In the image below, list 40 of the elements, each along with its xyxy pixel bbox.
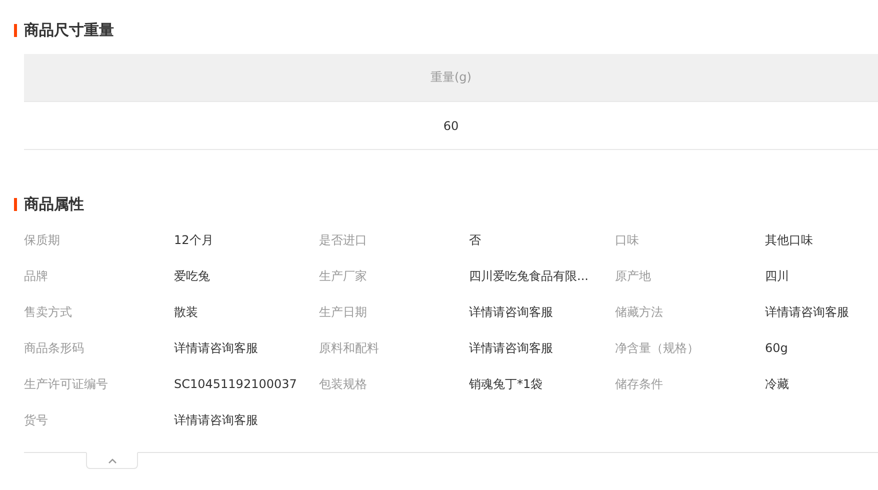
heading-accent-bar xyxy=(14,24,17,36)
attribute-value: 详情请咨询客服 xyxy=(174,412,259,428)
attribute-value: 12个月 xyxy=(174,232,214,248)
attribute-value: 爱吃兔 xyxy=(174,268,211,284)
attribute-value: 否 xyxy=(469,232,482,248)
attribute-label: 净含量（规格） xyxy=(615,340,700,356)
attribute-label: 品牌 xyxy=(24,268,49,284)
collapse-toggle[interactable] xyxy=(86,452,138,469)
table-cell: 60 xyxy=(443,118,459,132)
heading-accent-bar xyxy=(14,198,17,210)
attribute-value: 详情请咨询客服 xyxy=(765,304,850,320)
attribute-value: 四川 xyxy=(765,268,790,284)
attribute-value: 销魂兔丁*1袋 xyxy=(469,376,544,392)
attribute-label: 保质期 xyxy=(24,232,61,248)
column-header: 重量(g) xyxy=(430,69,472,86)
attribute-value: 散装 xyxy=(174,304,199,320)
attribute-label: 货号 xyxy=(24,412,49,428)
attribute-label: 生产厂家 xyxy=(319,268,368,284)
attribute-label: 包装规格 xyxy=(319,376,368,392)
attribute-value: 60g xyxy=(765,341,789,355)
attribute-value: 冷藏 xyxy=(765,376,790,392)
attribute-value: 其他口味 xyxy=(765,232,814,248)
attribute-label: 商品条形码 xyxy=(24,340,85,356)
attribute-label: 生产日期 xyxy=(319,304,368,320)
attribute-label: 生产许可证编号 xyxy=(24,376,109,392)
attribute-label: 原产地 xyxy=(615,268,652,284)
attribute-label: 储存条件 xyxy=(615,376,664,392)
attribute-label: 原料和配料 xyxy=(319,340,380,356)
attribute-value: 详情请咨询客服 xyxy=(174,340,259,356)
attribute-value: SC10451192100037 xyxy=(174,377,298,391)
attribute-value: 详情请咨询客服 xyxy=(469,304,554,320)
attribute-value: 四川爱吃兔食品有限... xyxy=(469,268,590,284)
caret-icon xyxy=(108,458,116,464)
attribute-label: 售卖方式 xyxy=(24,304,73,320)
attribute-label: 口味 xyxy=(615,232,640,248)
section-title: 商品属性 xyxy=(24,194,84,214)
attribute-label: 储藏方法 xyxy=(615,304,664,320)
section-title: 商品尺寸重量 xyxy=(24,20,114,40)
attribute-label: 是否进口 xyxy=(319,232,368,248)
attribute-value: 详情请咨询客服 xyxy=(469,340,554,356)
